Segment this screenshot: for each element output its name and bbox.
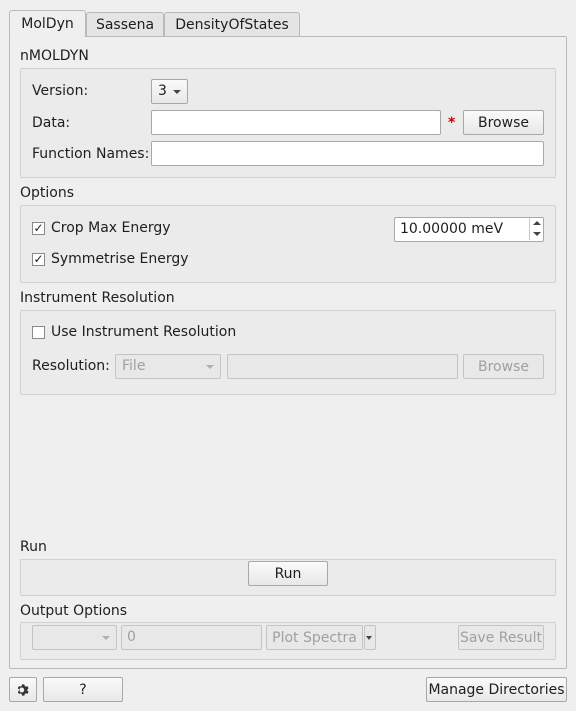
spin-down-icon[interactable] [529, 229, 543, 240]
instrument-resolution-title: Instrument Resolution [20, 290, 175, 306]
chevron-down-icon [102, 636, 110, 640]
manage-directories-button[interactable]: Manage Directories [426, 677, 567, 702]
version-select[interactable]: 3 [151, 79, 188, 104]
version-value: 3 [158, 83, 167, 99]
resolution-file-field[interactable] [227, 354, 458, 379]
use-instrument-resolution-checkbox[interactable] [32, 326, 45, 339]
data-label: Data: [32, 115, 71, 131]
symmetrise-energy-checkbox[interactable]: ✓ [32, 253, 45, 266]
chevron-down-icon [173, 90, 181, 94]
resolution-browse-button[interactable]: Browse [463, 354, 544, 379]
function-names-label: Function Names: [32, 146, 150, 162]
plot-spectra-button[interactable]: Plot Spectra [266, 625, 363, 650]
spin-up-icon[interactable] [529, 218, 543, 229]
resolution-label: Resolution: [32, 358, 110, 374]
chevron-down-icon [366, 636, 372, 640]
plot-options-dropdown[interactable] [364, 625, 376, 650]
use-instrument-resolution-label: Use Instrument Resolution [51, 324, 237, 340]
function-names-field[interactable] [151, 141, 544, 166]
options-title: Options [20, 185, 75, 201]
save-result-button[interactable]: Save Result [458, 625, 544, 650]
resolution-type-value: File [122, 358, 146, 374]
version-label: Version: [32, 83, 89, 99]
required-marker: * [448, 115, 456, 131]
resolution-type-select[interactable]: File [115, 354, 221, 379]
run-title: Run [20, 539, 47, 555]
gear-icon [17, 683, 29, 696]
crop-max-energy-spinbox[interactable]: 10.00000 meV [394, 217, 544, 242]
help-button[interactable]: ? [43, 677, 123, 702]
output-workspace-select[interactable] [32, 625, 117, 650]
crop-max-energy-label: Crop Max Energy [51, 220, 171, 236]
output-index-field[interactable]: 0 [121, 625, 262, 650]
crop-max-energy-value: 10.00000 meV [400, 221, 504, 237]
data-field[interactable] [151, 110, 441, 135]
run-button[interactable]: Run [248, 561, 328, 586]
output-options-title: Output Options [20, 603, 128, 619]
data-browse-button[interactable]: Browse [463, 110, 544, 135]
crop-max-energy-checkbox[interactable]: ✓ [32, 222, 45, 235]
chevron-down-icon [206, 365, 214, 369]
nmoldyn-title: nMOLDYN [20, 48, 89, 64]
settings-button[interactable] [9, 677, 37, 702]
instrument-resolution-group [20, 310, 556, 395]
symmetrise-energy-label: Symmetrise Energy [51, 251, 189, 267]
